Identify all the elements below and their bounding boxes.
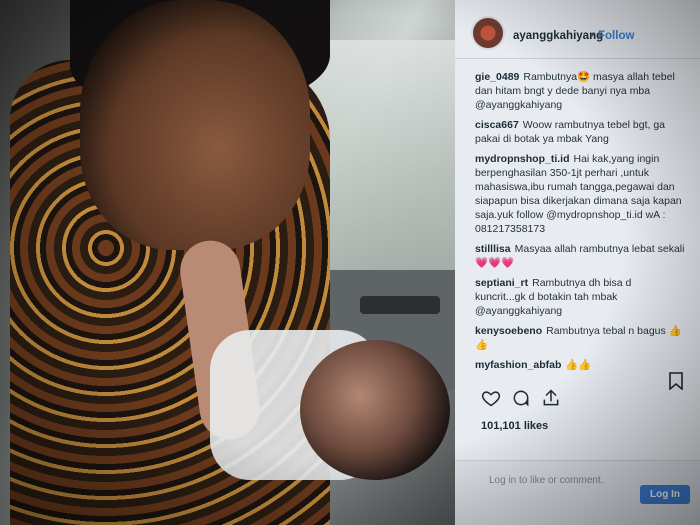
baby-head bbox=[300, 340, 450, 480]
action-bar bbox=[481, 388, 681, 414]
bookmark-icon[interactable] bbox=[669, 372, 683, 390]
comment-text: 👍👍 bbox=[565, 359, 592, 371]
post-photo[interactable] bbox=[0, 0, 470, 525]
list-item: septiani_rt Rambutnya dh bisa d kuncrit..… bbox=[475, 276, 685, 318]
instagram-post-view: ayanggkahiyang • Follow gie_0489 Rambutny… bbox=[0, 0, 700, 525]
comment-username[interactable]: cisca667 bbox=[475, 119, 519, 131]
comment-username[interactable]: stilllisa bbox=[475, 243, 511, 255]
list-item: cisca667 Woow rambutnya tebel bgt, ga pak… bbox=[475, 118, 685, 146]
comment-icon[interactable] bbox=[511, 388, 531, 408]
comment-username[interactable]: septiani_rt bbox=[475, 277, 528, 289]
list-item: kenysoebeno Rambutnya tebal n bagus 👍👍 bbox=[475, 324, 685, 352]
man-face bbox=[80, 0, 310, 250]
login-button[interactable]: Log In bbox=[640, 485, 690, 504]
follow-button[interactable]: Follow bbox=[598, 30, 634, 42]
post-sidebar: ayanggkahiyang • Follow gie_0489 Rambutny… bbox=[455, 0, 700, 525]
avatar[interactable] bbox=[471, 16, 505, 50]
door-handle bbox=[360, 296, 440, 314]
comment-username[interactable]: kenysoebeno bbox=[475, 325, 542, 337]
heart-icon[interactable] bbox=[481, 388, 501, 408]
comment-username[interactable]: myfashion_abfab bbox=[475, 359, 561, 371]
likes-count[interactable]: 101,101 likes bbox=[481, 420, 548, 432]
list-item: stilllisa Masyaa allah rambutnya lebat se… bbox=[475, 242, 685, 270]
comment-text: Hai kak,yang ingin berpenghasilan 350-1j… bbox=[475, 153, 682, 235]
post-header: ayanggkahiyang • Follow bbox=[455, 0, 700, 59]
list-item: myfashion_abfab 👍👍 bbox=[475, 358, 685, 372]
monitor-frame: ayanggkahiyang • Follow gie_0489 Rambutny… bbox=[0, 0, 700, 525]
comment-list: gie_0489 Rambutnya🤩 masya allah tebel dan… bbox=[475, 70, 685, 378]
login-prompt[interactable]: Log in to like or comment. bbox=[489, 475, 604, 486]
separator-dot: • bbox=[590, 30, 595, 42]
comment-username[interactable]: gie_0489 bbox=[475, 71, 519, 83]
share-icon[interactable] bbox=[541, 388, 561, 408]
login-footer: Log in to like or comment. Log In bbox=[455, 460, 700, 525]
list-item: gie_0489 Rambutnya🤩 masya allah tebel dan… bbox=[475, 70, 685, 112]
comment-username[interactable]: mydropnshop_ti.id bbox=[475, 153, 570, 165]
list-item: mydropnshop_ti.id Hai kak,yang ingin berp… bbox=[475, 152, 685, 236]
